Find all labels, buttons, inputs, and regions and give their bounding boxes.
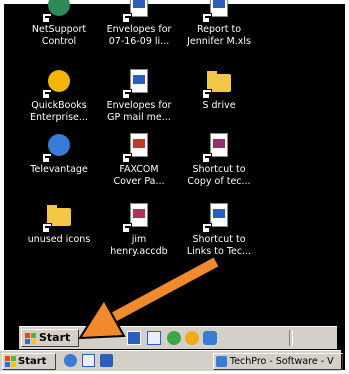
desktop-icon[interactable]: QuickBooks Enterprise... [23,66,95,124]
icon-label-line1: S drive [202,100,236,111]
icon-label-line1: Envelopes for [106,24,172,35]
taskbar-divider [289,330,293,346]
internet-explorer-icon[interactable] [127,331,141,345]
icon-label-line2: GP mail me... [107,112,171,123]
icon-label-line1: Televantage [30,164,88,175]
shortcut-arrow-icon [202,13,212,23]
icon-label-line1: Report to [196,24,242,35]
word-document-icon [122,0,155,23]
screenshot-frame: NetSupport Control Envelopes for 07-16-09 l… [0,0,345,371]
access-database-icon [122,200,155,233]
desktop-icon[interactable]: FAXCOM Cover Pa... [103,130,175,188]
desktop-icon[interactable]: Shortcut to Copy of tec... [183,130,255,188]
icon-label-line1: Shortcut to [192,164,246,175]
shortcut-arrow-icon [42,89,52,99]
icon-label-line2: 07-16-09 li... [108,36,170,47]
remote-taskbar: Start [19,326,337,349]
desktop-icon[interactable]: NetSupport Control [23,0,95,48]
icon-label-line2: henry.accdb [110,246,168,257]
shortcut-arrow-icon [122,89,132,99]
desktop-icon[interactable]: Televantage [23,130,95,176]
shortcut-arrow-icon [122,13,132,23]
ie-icon[interactable] [203,331,217,345]
word-quicklaunch-icon[interactable] [82,354,95,367]
word-document-icon [122,66,155,99]
shortcut-arrow-icon [202,223,212,233]
icon-label-line2: Copy of tec... [187,176,251,187]
desktop-icon[interactable]: S drive [183,66,255,112]
icon-label-line2: Links to Tec... [186,246,252,257]
icon-label-line2: Jennifer M.xls [187,36,251,47]
desktop-icon[interactable]: unused icons [23,200,95,246]
icon-label-line2: Control [41,36,77,47]
icon-label-line1: FAXCOM [119,164,159,175]
outlook-quicklaunch-icon[interactable] [100,354,113,367]
taskbar-task-button[interactable]: TechPro - Software - V [213,353,343,370]
icon-label-line1: jim [131,234,147,245]
icon-label-line1: Shortcut to [192,234,246,245]
icon-label-line1: Envelopes for [106,100,172,111]
remote-start-label: Start [39,331,71,344]
word-document-icon [202,200,235,233]
shortcut-arrow-icon [202,153,212,163]
excel-document-icon [202,0,235,23]
icon-label-line2: Cover Pa... [113,176,165,187]
icon-label-line1: QuickBooks [31,100,87,111]
shortcut-arrow-icon [202,89,212,99]
windows-media-icon[interactable] [185,331,199,345]
ie-quicklaunch-icon[interactable] [64,354,77,367]
remote-start-button[interactable]: Start [21,329,79,347]
outlook-icon[interactable] [167,331,181,345]
shortcut-arrow-icon [122,223,132,233]
shortcut-arrow-icon [42,153,52,163]
local-taskbar: Start TechPro - Software - V [0,350,343,371]
icon-label-line2: Enterprise... [30,112,88,123]
desktop-icon[interactable]: Envelopes for 07-16-09 li... [103,0,175,48]
icon-label-line1: unused icons [27,234,91,245]
shortcut-arrow-icon [42,223,52,233]
shortcut-arrow-icon [122,153,132,163]
desktop-icon[interactable]: Shortcut to Links to Tec... [183,200,255,258]
task-label: TechPro - Software - V [230,356,334,367]
icon-label-line1: NetSupport [31,24,87,35]
fax-document-icon [122,130,155,163]
quickbooks-icon [42,66,75,99]
desktop-icon[interactable]: Envelopes for GP mail me... [103,66,175,124]
local-start-button[interactable]: Start [2,353,56,370]
folder-icon [202,66,235,99]
folder-icon [42,200,75,233]
local-start-label: Start [18,356,47,367]
phone-icon [42,130,75,163]
access-document-icon [202,130,235,163]
windows-logo-icon [5,356,16,367]
netsupport-icon [42,0,75,23]
app-icon [216,356,227,367]
word-icon[interactable] [147,331,161,345]
windows-logo-icon [25,333,37,344]
desktop-icon[interactable]: jim henry.accdb [103,200,175,258]
remote-desktop: NetSupport Control Envelopes for 07-16-09 l… [19,0,338,322]
shortcut-arrow-icon [42,13,52,23]
desktop-icon[interactable]: Report to Jennifer M.xls [183,0,255,48]
